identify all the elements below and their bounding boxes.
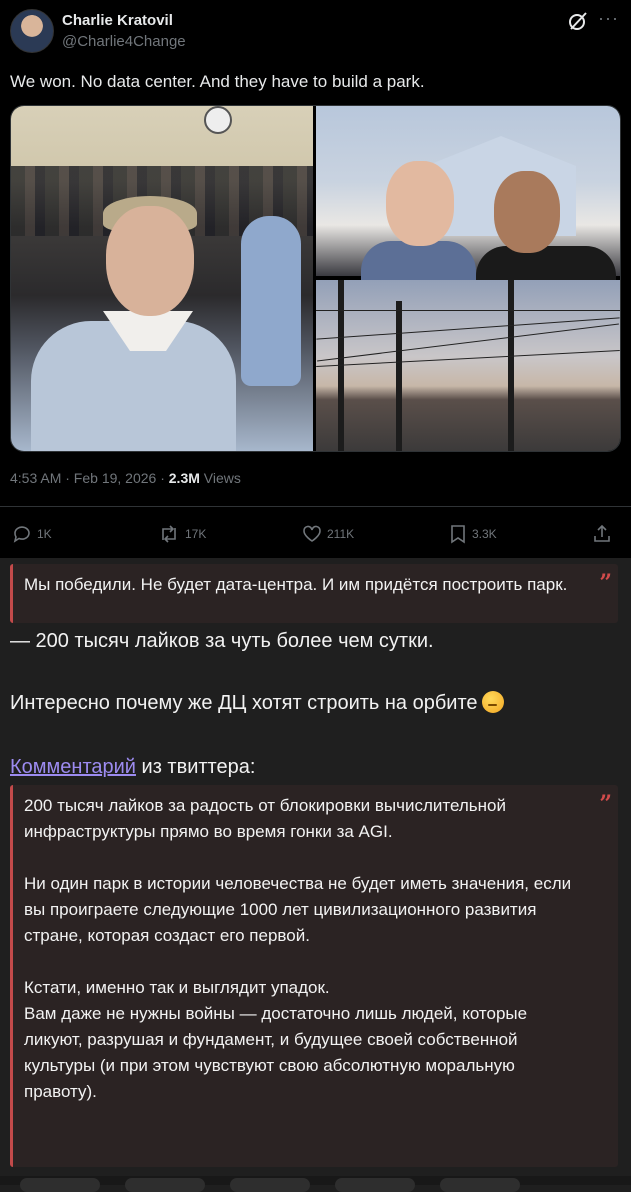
bookmark-count: 3.3K — [472, 527, 497, 541]
thinking-emoji — [481, 691, 504, 713]
clock-icon — [204, 106, 232, 134]
avatar[interactable] — [10, 9, 54, 53]
reply-icon — [13, 526, 30, 543]
quote-icon: ” — [599, 791, 612, 817]
tweet-media[interactable] — [10, 105, 621, 452]
like-icon — [303, 525, 321, 542]
bookmark-button[interactable]: 3.3K — [449, 524, 497, 544]
more-icon[interactable]: ··· — [598, 8, 619, 29]
author-handle[interactable]: @Charlie4Change — [62, 33, 186, 50]
quote-text: Мы победили. Не будет дата-центра. И им … — [24, 575, 568, 594]
message-line: — 200 тысяч лайков за чуть более чем сут… — [10, 630, 434, 652]
retweet-count: 17K — [185, 527, 207, 541]
message-text: из твиттера: — [135, 756, 256, 778]
grok-icon[interactable] — [567, 10, 589, 32]
reply-button[interactable]: 1K — [12, 524, 52, 544]
quote-text: 200 тысяч лайков за радость от блокировк… — [24, 796, 572, 1101]
author-name[interactable]: Charlie Kratovil — [62, 12, 173, 29]
photo-power-lines[interactable] — [316, 280, 620, 451]
tweet-text: We won. No data center. And they have to… — [10, 72, 425, 91]
quote-icon: ” — [599, 570, 612, 596]
reactions-bar — [0, 1176, 631, 1192]
tweet-meta: 4:53 AM · Feb 19, 2026 · 2.3M Views — [10, 470, 241, 486]
retweet-button[interactable]: 17K — [158, 524, 206, 544]
reply-count: 1K — [37, 527, 52, 541]
message-line: Интересно почему же ДЦ хотят строить на … — [10, 691, 504, 715]
views-label: Views — [199, 470, 241, 486]
share-icon — [594, 524, 610, 542]
bookmark-icon — [451, 525, 465, 544]
share-button[interactable] — [592, 524, 612, 544]
divider — [0, 506, 631, 507]
comment-link[interactable]: Комментарий — [10, 756, 136, 778]
tweet-embed: Charlie Kratovil @Charlie4Change ··· We … — [0, 0, 631, 558]
quote-block-comment: 200 тысяч лайков за радость от блокировк… — [10, 785, 618, 1167]
views-count: 2.3M — [168, 470, 200, 486]
message-text: Интересно почему же ДЦ хотят строить на … — [10, 692, 478, 714]
like-button[interactable]: 211K — [302, 524, 354, 544]
photo-two-men[interactable] — [316, 106, 620, 286]
retweet-icon — [162, 525, 176, 543]
message-line: Комментарий из твиттера: — [10, 756, 255, 779]
photo-selfie-meeting[interactable] — [11, 106, 313, 451]
tweet-time[interactable]: 4:53 AM · Feb 19, 2026 · — [10, 470, 169, 486]
like-count: 211K — [327, 527, 355, 541]
quote-block-translation: Мы победили. Не будет дата-центра. И им … — [10, 564, 618, 623]
